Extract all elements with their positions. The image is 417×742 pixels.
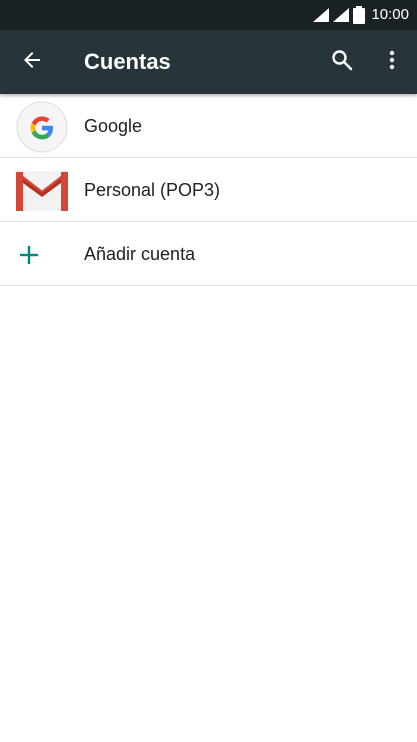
search-icon — [331, 49, 353, 76]
arrow-back-icon — [22, 50, 42, 75]
accounts-list: Google Personal (POP3) Añadir cuenta — [0, 94, 417, 286]
status-bar: 10:00 — [0, 0, 417, 30]
gmail-icon — [16, 165, 68, 217]
account-label: Personal (POP3) — [84, 180, 221, 200]
google-icon — [16, 101, 68, 153]
search-button[interactable] — [324, 44, 360, 80]
add-account-row[interactable]: Añadir cuenta — [0, 222, 417, 286]
cell-signal-icon — [333, 8, 350, 22]
back-button[interactable] — [14, 44, 50, 80]
account-row-google[interactable]: Google — [0, 94, 417, 158]
account-label: Google — [84, 116, 143, 136]
account-row-personal-pop3[interactable]: Personal (POP3) — [0, 158, 417, 222]
overflow-menu-button[interactable] — [374, 44, 410, 80]
battery-icon — [353, 6, 366, 24]
more-vert-icon — [389, 50, 395, 75]
status-time: 10:00 — [371, 6, 409, 23]
add-account-label: Añadir cuenta — [84, 244, 196, 264]
app-bar: Cuentas — [0, 30, 417, 94]
page-title: Cuentas — [84, 49, 171, 74]
wifi-signal-icon — [313, 8, 330, 22]
plus-icon — [16, 229, 42, 281]
